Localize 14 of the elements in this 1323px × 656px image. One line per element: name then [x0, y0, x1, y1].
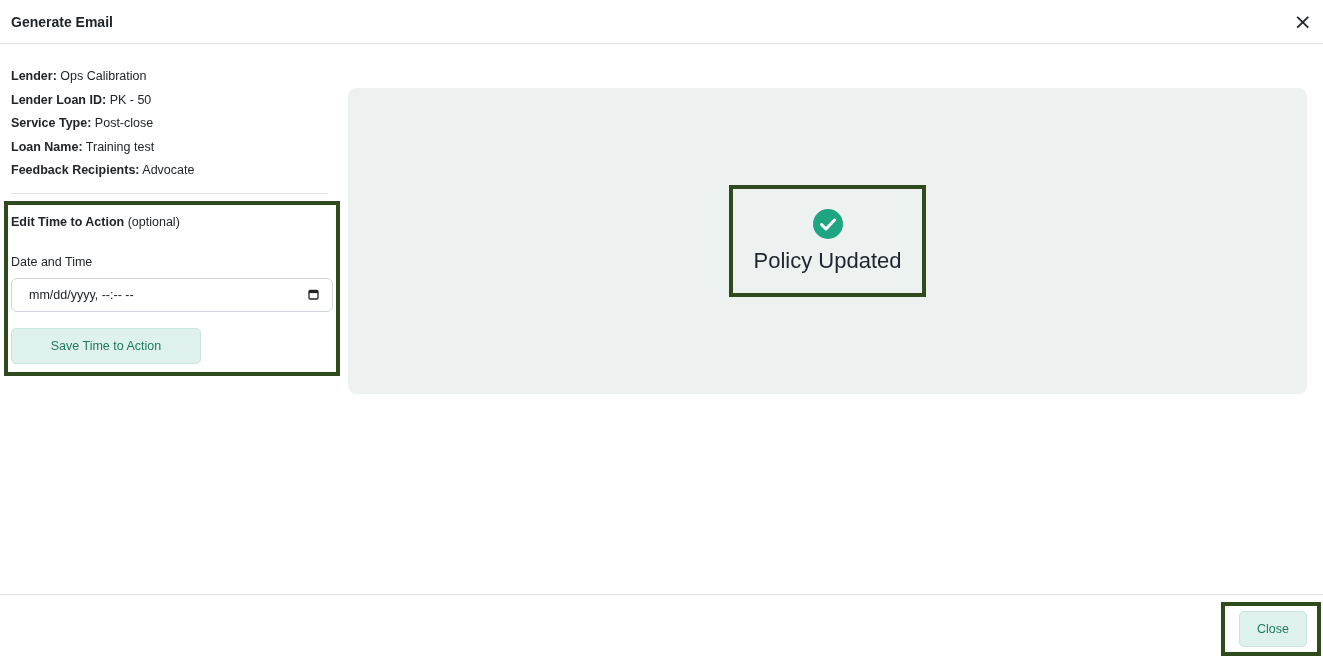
status-message: Policy Updated: [753, 247, 902, 274]
detail-line: Lender: Ops Calibration: [11, 68, 148, 85]
dialog-title: Generate Email: [11, 13, 113, 30]
detail-line: Lender Loan ID: PK - 50: [11, 91, 153, 108]
detail-line: Loan Name: Training test: [11, 138, 156, 155]
close-button[interactable]: Close: [1239, 611, 1307, 647]
section-heading: Edit Time to Action (optional): [11, 214, 181, 229]
calendar-icon[interactable]: [308, 289, 319, 300]
field-label: Date and Time: [11, 254, 94, 269]
check-circle-icon: [812, 208, 843, 239]
detail-line: Service Type: Post-close: [11, 115, 155, 132]
detail-line: Feedback Recipients: Advocate: [11, 162, 196, 179]
save-time-button[interactable]: Save Time to Action: [11, 327, 201, 364]
date-time-field[interactable]: mm/dd/yyyy, --:-- --: [11, 277, 333, 312]
